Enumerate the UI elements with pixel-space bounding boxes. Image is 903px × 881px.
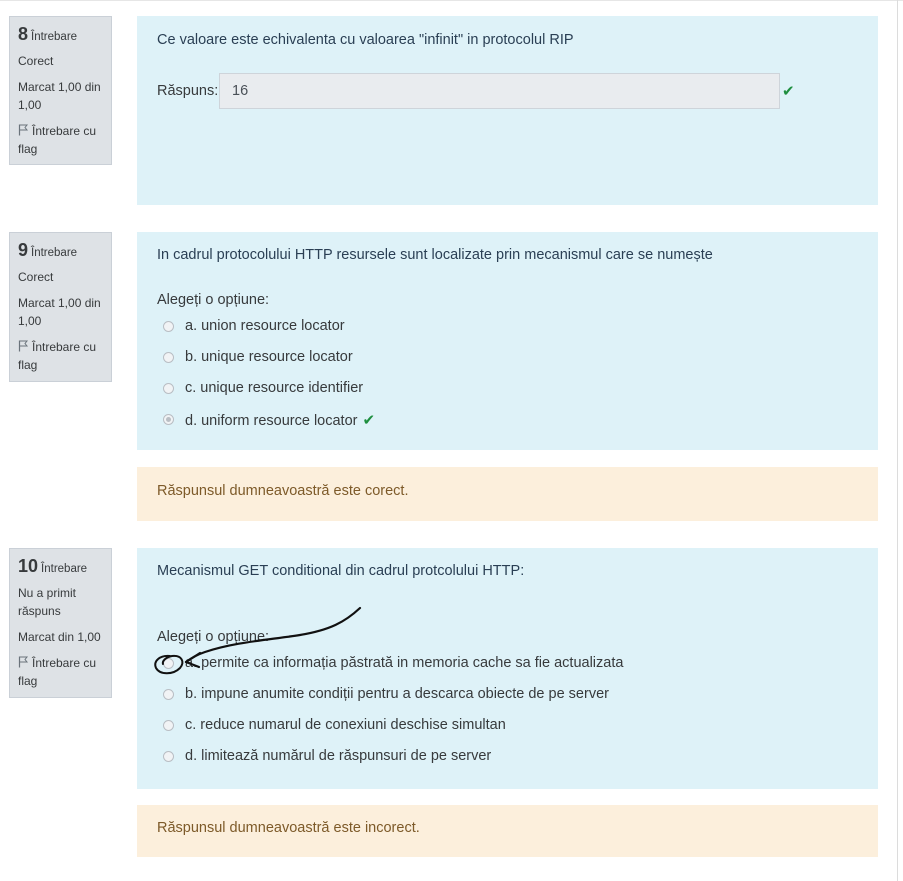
radio-button-selected[interactable] <box>163 414 174 425</box>
question-grade: Marcat din 1,00 <box>18 630 101 644</box>
question-word: Întrebare <box>41 563 88 575</box>
option-label: a. permite ca informația păstrată in mem… <box>185 655 624 671</box>
question-grade: Marcat 1,00 din 1,00 <box>18 80 101 112</box>
feedback-text: Răspunsul dumneavoastră este incorect. <box>157 820 420 836</box>
option-label: c. reduce numarul de conexiuni deschise … <box>185 717 506 733</box>
check-icon: ✔ <box>782 83 795 100</box>
radio-button[interactable] <box>163 751 174 762</box>
question-number: 10 <box>18 556 39 576</box>
question-formulation-10: Mecanismul GET conditional din cadrul pr… <box>137 548 878 789</box>
flag-icon <box>18 124 29 136</box>
top-divider <box>0 0 903 1</box>
question-text: Mecanismul GET conditional din cadrul pr… <box>157 563 525 579</box>
radio-button[interactable] <box>163 689 174 700</box>
option-label: d. uniform resource locator <box>185 413 358 429</box>
scrollbar-edge <box>897 0 898 881</box>
option-label: a. union resource locator <box>185 318 345 334</box>
flag-question-link[interactable]: Întrebare cu flag <box>18 654 103 690</box>
feedback-text: Răspunsul dumneavoastră este corect. <box>157 483 409 499</box>
options-prompt: Alegeți o opțiune: <box>157 292 270 308</box>
question-word: Întrebare <box>31 31 78 43</box>
option-label: c. unique resource identifier <box>185 380 364 396</box>
question-info-9: 9 Întrebare Corect Marcat 1,00 din 1,00 Î… <box>9 232 112 382</box>
question-grade: Marcat 1,00 din 1,00 <box>18 296 101 328</box>
question-state: Nu a primit răspuns <box>18 586 77 618</box>
radio-button[interactable] <box>163 658 174 669</box>
answer-input[interactable]: 16 <box>219 73 780 109</box>
option-label: b. impune anumite condiții pentru a desc… <box>185 686 609 702</box>
question-formulation-9: In cadrul protocolului HTTP resursele su… <box>137 232 878 450</box>
question-state: Corect <box>18 270 54 284</box>
check-icon: ✔ <box>362 412 376 429</box>
feedback-box-10: Răspunsul dumneavoastră este incorect. <box>137 805 878 857</box>
feedback-box-9: Răspunsul dumneavoastră este corect. <box>137 467 878 521</box>
flag-icon <box>18 340 29 352</box>
option-label: d. limitează numărul de răspunsuri de pe… <box>185 748 492 764</box>
question-number: 9 <box>18 240 29 260</box>
flag-label: Întrebare cu flag <box>18 124 97 156</box>
flag-label: Întrebare cu flag <box>18 656 97 688</box>
question-state: Corect <box>18 54 54 68</box>
answer-label: Răspuns: <box>157 83 219 99</box>
radio-button[interactable] <box>163 321 174 332</box>
options-prompt: Alegeți o opțiune: <box>157 629 270 645</box>
question-formulation-8: Ce valoare este echivalenta cu valoarea … <box>137 16 878 205</box>
option-label-wrap: d. uniform resource locator ✔ <box>185 411 375 429</box>
radio-button[interactable] <box>163 720 174 731</box>
question-word: Întrebare <box>31 247 78 259</box>
flag-question-link[interactable]: Întrebare cu flag <box>18 338 103 374</box>
flag-question-link[interactable]: Întrebare cu flag <box>18 122 103 158</box>
option-label: b. unique resource locator <box>185 349 353 365</box>
question-number: 8 <box>18 24 29 44</box>
radio-button[interactable] <box>163 352 174 363</box>
question-info-10: 10 Întrebare Nu a primit răspuns Marcat d… <box>9 548 112 698</box>
radio-button[interactable] <box>163 383 174 394</box>
flag-label: Întrebare cu flag <box>18 340 97 372</box>
question-text: In cadrul protocolului HTTP resursele su… <box>157 247 713 263</box>
question-info-8: 8 Întrebare Corect Marcat 1,00 din 1,00 Î… <box>9 16 112 165</box>
flag-icon <box>18 656 29 668</box>
question-text: Ce valoare este echivalenta cu valoarea … <box>157 32 574 48</box>
